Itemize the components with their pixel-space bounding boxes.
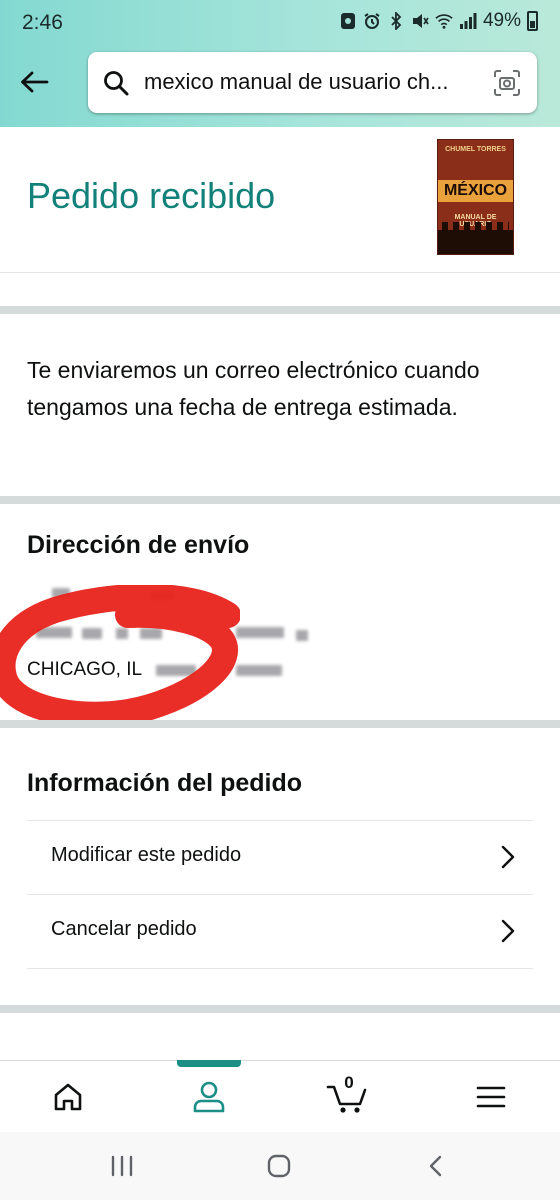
home-button[interactable] [259, 1148, 299, 1184]
delivery-email-note: Te enviaremos un correo electrónico cuan… [27, 357, 480, 420]
back-button[interactable] [14, 62, 54, 102]
nav-account[interactable] [187, 1075, 231, 1119]
account-icon [193, 1081, 225, 1113]
status-icons: 49% [339, 10, 538, 32]
cancel-order-row[interactable]: Cancelar pedido [27, 894, 533, 968]
book-author: CHUMEL TORRES [445, 146, 506, 153]
nav-home[interactable] [46, 1075, 90, 1119]
recent-apps-button[interactable] [102, 1148, 142, 1184]
chevron-right-icon [501, 919, 515, 943]
search-input[interactable]: mexico manual de usuario ch... [144, 69, 474, 95]
book-cover-image[interactable]: CHUMEL TORRES MÉXICO MANUAL DE USUARIO [437, 139, 514, 255]
active-tab-indicator [177, 1060, 241, 1067]
modify-order-row[interactable]: Modificar este pedido [27, 820, 533, 894]
page-title: Pedido recibido [27, 175, 276, 216]
shipping-address-heading: Dirección de envío [27, 531, 250, 559]
section-divider [0, 496, 560, 504]
divider [27, 968, 533, 969]
bluetooth-icon [387, 10, 405, 32]
search-icon [104, 71, 129, 96]
home-icon [54, 1083, 82, 1111]
home-circle-icon [267, 1154, 291, 1178]
nav-cart[interactable]: 0 [326, 1073, 370, 1119]
search-box[interactable]: mexico manual de usuario ch... [88, 52, 537, 113]
system-back-button[interactable] [416, 1148, 456, 1184]
status-bar: 2:46 49% [0, 0, 560, 48]
back-arrow-icon [21, 71, 49, 93]
wifi-icon [435, 10, 453, 32]
nav-menu[interactable] [469, 1075, 513, 1119]
redacted-text [236, 627, 284, 638]
app-notification-icon [339, 10, 357, 32]
cart-count: 0 [344, 1073, 354, 1092]
redacted-text [236, 665, 282, 676]
order-info-heading: Información del pedido [27, 769, 303, 797]
section-divider [0, 1005, 560, 1013]
battery-icon [527, 11, 538, 31]
divider [0, 272, 560, 273]
section-divider [0, 720, 560, 728]
hamburger-menu-icon [476, 1086, 506, 1108]
mute-icon [411, 10, 429, 32]
signal-icon [459, 10, 477, 32]
book-title: MÉXICO [438, 180, 513, 202]
red-circle-annotation [0, 585, 240, 728]
redacted-text [296, 630, 308, 641]
cancel-order-label: Cancelar pedido [51, 918, 197, 940]
alarm-icon [363, 10, 381, 32]
modify-order-label: Modificar este pedido [51, 844, 242, 866]
book-cover-art [438, 222, 513, 254]
camera-search-icon[interactable] [493, 69, 521, 97]
app-header: 2:46 49% mexico manual de usuario ch... [0, 0, 560, 127]
section-divider [0, 306, 560, 314]
recent-apps-icon [111, 1155, 133, 1177]
battery-percent: 49% [482, 10, 521, 31]
status-time: 2:46 [22, 11, 63, 34]
back-chevron-icon [429, 1155, 442, 1177]
chevron-right-icon [501, 845, 515, 869]
